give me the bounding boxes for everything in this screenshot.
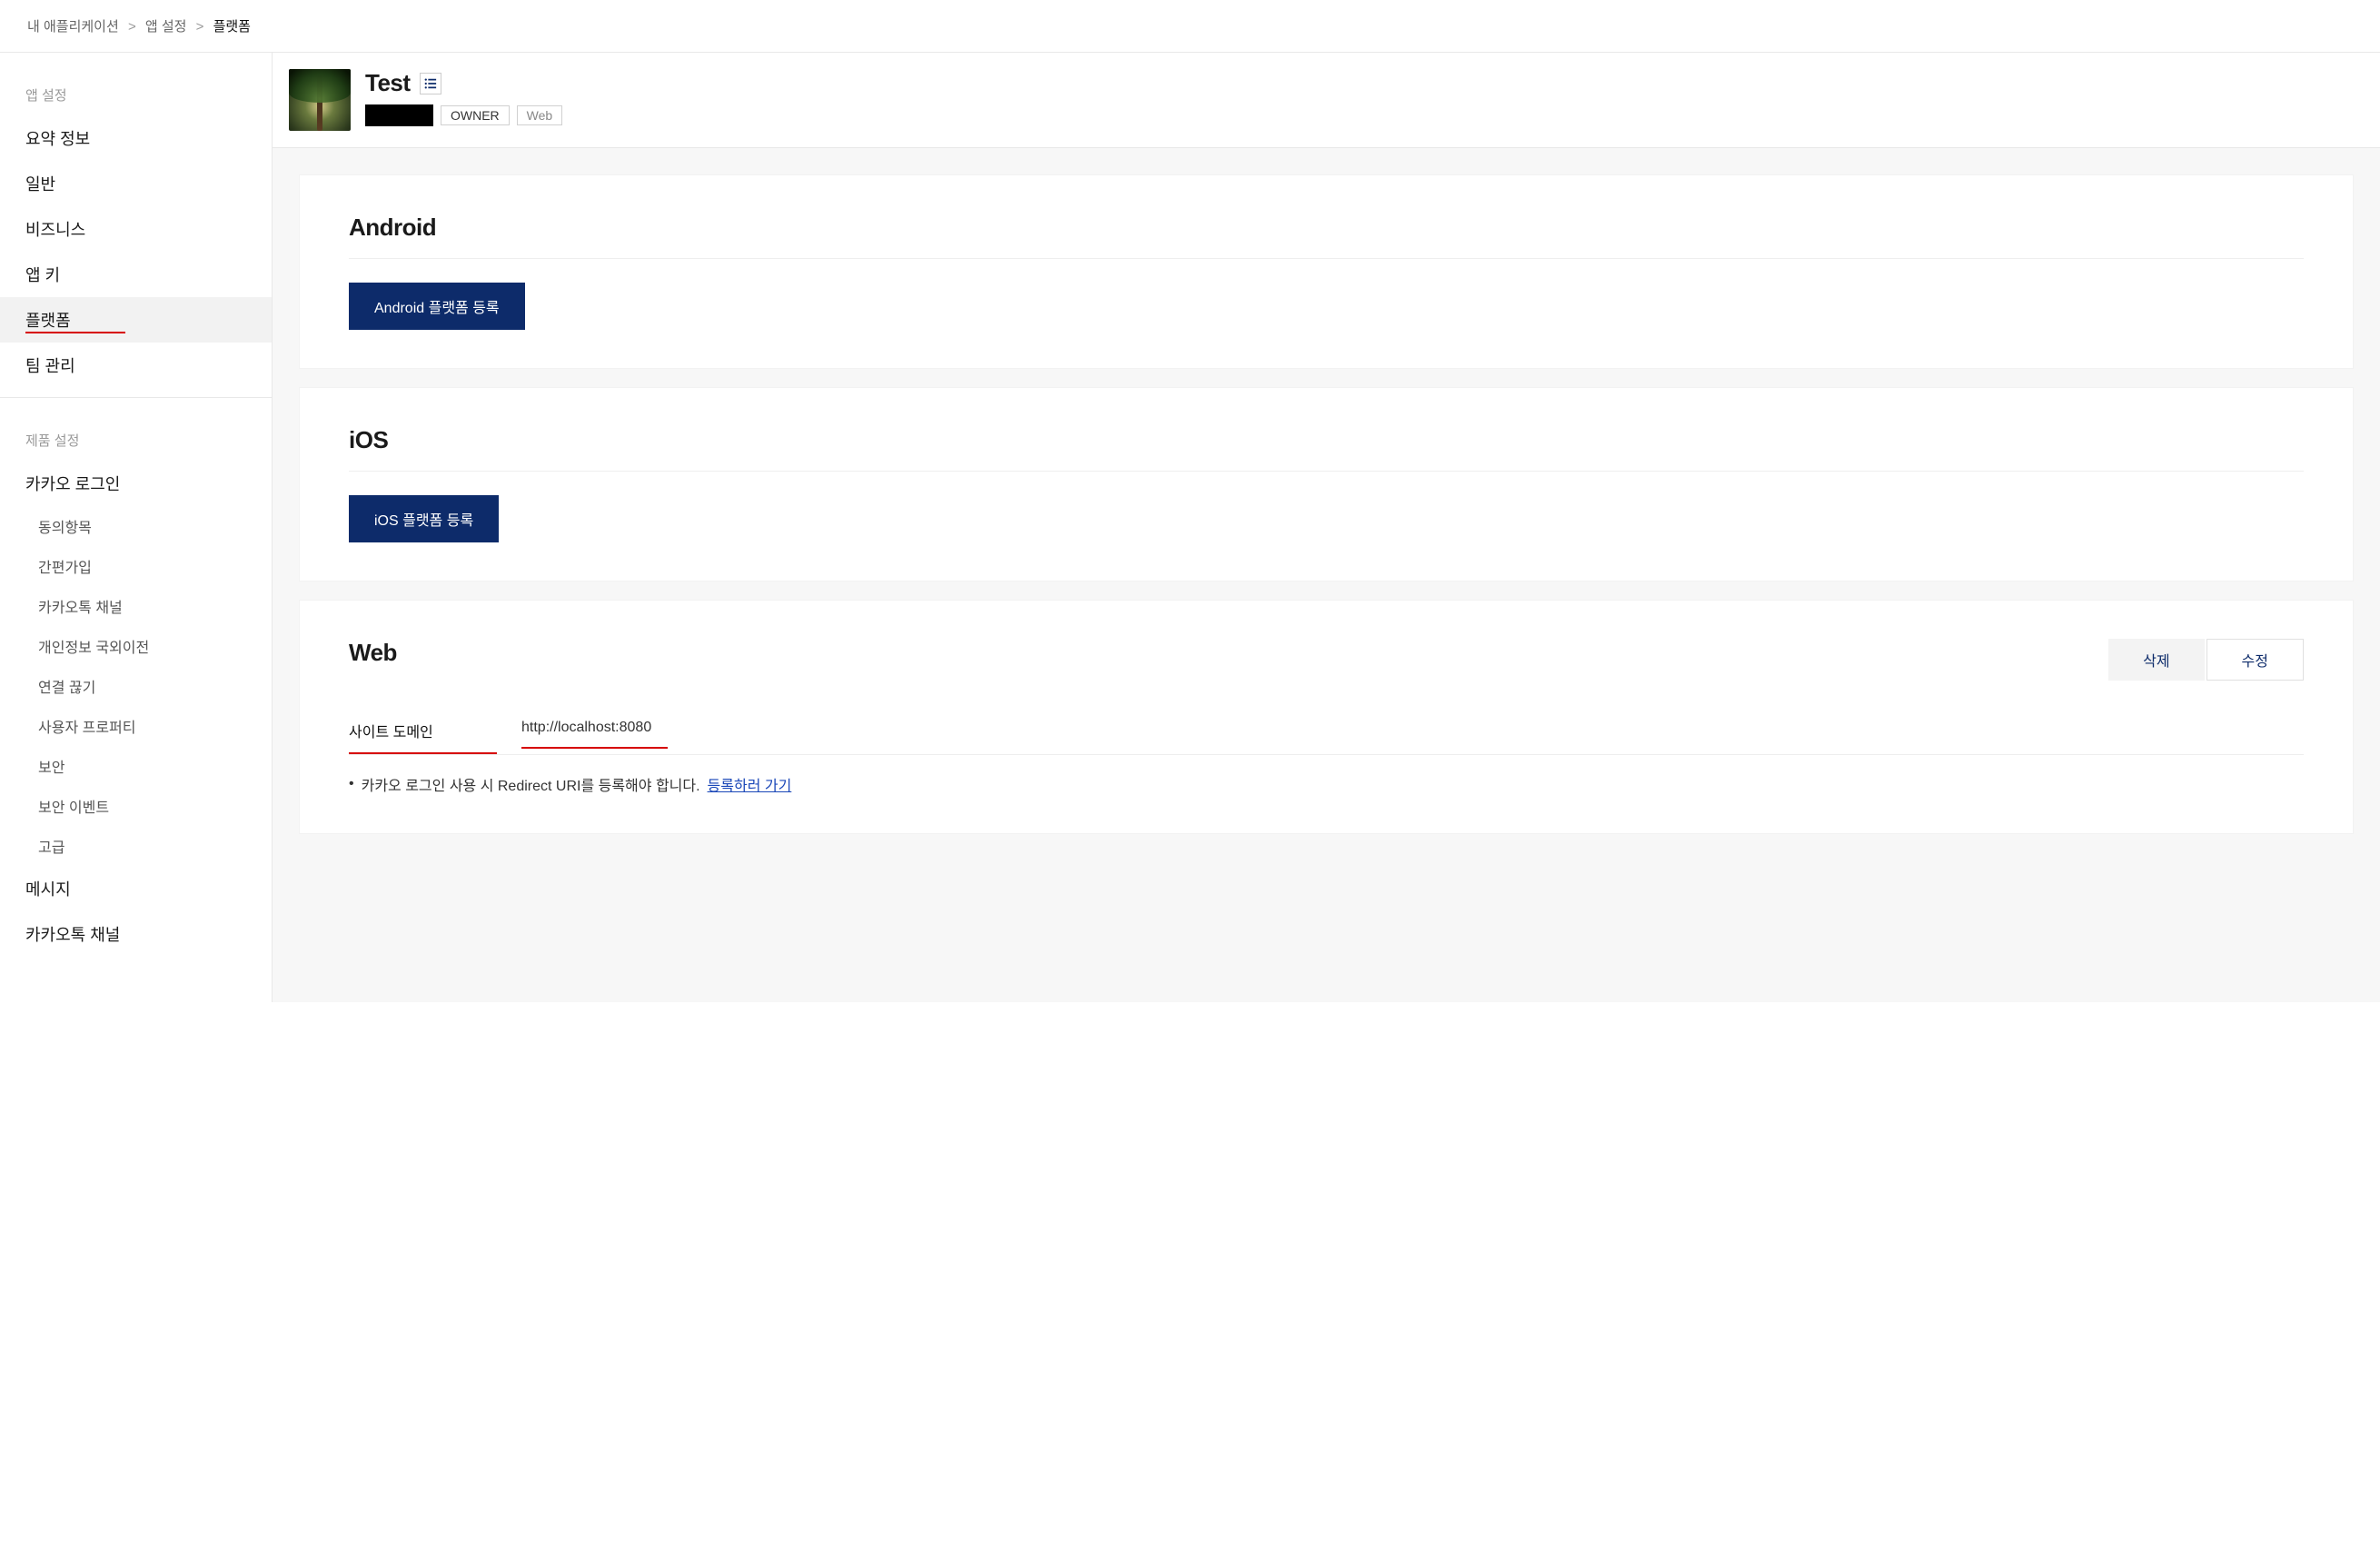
sidebar: 앱 설정 요약 정보 일반 비즈니스 앱 키 플랫폼 팀 관리 제품 설정 카카…: [0, 53, 273, 1002]
list-icon: [424, 77, 437, 90]
register-redirect-link[interactable]: 등록하러 가기: [708, 773, 792, 795]
sidebar-subitem-simplesignup[interactable]: 간편가입: [0, 546, 272, 586]
breadcrumb-item[interactable]: 앱 설정: [145, 19, 187, 35]
app-list-button[interactable]: [420, 73, 441, 94]
sidebar-item-ktchannel[interactable]: 카카오톡 채널: [0, 911, 272, 957]
ios-section: iOS iOS 플랫폼 등록: [300, 388, 2353, 581]
sidebar-item-team[interactable]: 팀 관리: [0, 343, 272, 388]
sidebar-item-platform[interactable]: 플랫폼: [0, 297, 272, 343]
main: Test OWNER Web A: [273, 53, 2380, 1002]
ios-register-button[interactable]: iOS 플랫폼 등록: [349, 495, 499, 542]
breadcrumb-current: 플랫폼: [213, 19, 251, 35]
sidebar-item-message[interactable]: 메시지: [0, 866, 272, 911]
app-thumbnail: [289, 69, 351, 131]
web-tag: Web: [517, 105, 563, 125]
sidebar-item-general[interactable]: 일반: [0, 161, 272, 206]
breadcrumb: 내 애플리케이션 > 앱 설정 > 플랫폼: [0, 0, 2380, 53]
section-title: Web: [349, 639, 397, 667]
sidebar-subitem-securityevent[interactable]: 보안 이벤트: [0, 786, 272, 826]
bullet-icon: •: [349, 776, 354, 792]
sidebar-subitem-security[interactable]: 보안: [0, 746, 272, 786]
app-header: Test OWNER Web: [273, 53, 2380, 148]
site-domain-label: 사이트 도메인: [349, 720, 497, 741]
web-section: Web 삭제 수정 사이트 도메인 http://localhost:8080 …: [300, 601, 2353, 833]
sidebar-subitem-unlink[interactable]: 연결 끊기: [0, 666, 272, 706]
sidebar-group-header: 앱 설정: [0, 53, 272, 115]
divider: [349, 258, 2304, 259]
note-text: 카카오 로그인 사용 시 Redirect URI를 등록해야 합니다.: [362, 773, 700, 795]
sidebar-subitem-ktchannel[interactable]: 카카오톡 채널: [0, 586, 272, 626]
breadcrumb-sep: >: [128, 19, 136, 35]
sidebar-item-summary[interactable]: 요약 정보: [0, 115, 272, 161]
sidebar-item-kakaologin[interactable]: 카카오 로그인: [0, 461, 272, 506]
android-section: Android Android 플랫폼 등록: [300, 175, 2353, 368]
section-title: iOS: [349, 426, 2304, 454]
sidebar-subitem-userproperty[interactable]: 사용자 프로퍼티: [0, 706, 272, 746]
sidebar-subitem-advanced[interactable]: 고급: [0, 826, 272, 866]
sidebar-item-label: 플랫폼: [25, 308, 71, 332]
sidebar-group-header: 제품 설정: [0, 398, 272, 461]
sidebar-item-appkey[interactable]: 앱 키: [0, 252, 272, 297]
web-edit-button[interactable]: 수정: [2206, 639, 2304, 681]
divider: [349, 471, 2304, 472]
web-delete-button[interactable]: 삭제: [2108, 639, 2204, 681]
sidebar-item-business[interactable]: 비즈니스: [0, 206, 272, 252]
site-domain-row: 사이트 도메인 http://localhost:8080: [349, 707, 2304, 755]
android-register-button[interactable]: Android 플랫폼 등록: [349, 283, 525, 330]
owner-tag: OWNER: [441, 105, 510, 125]
redirect-note: • 카카오 로그인 사용 시 Redirect URI를 등록해야 합니다. 등…: [349, 773, 2304, 795]
sidebar-subitem-consent[interactable]: 동의항목: [0, 506, 272, 546]
sidebar-subitem-privacyabroad[interactable]: 개인정보 국외이전: [0, 626, 272, 666]
breadcrumb-sep: >: [196, 19, 204, 35]
site-domain-value: http://localhost:8080: [521, 720, 668, 736]
section-title: Android: [349, 214, 2304, 242]
breadcrumb-item[interactable]: 내 애플리케이션: [27, 19, 119, 35]
app-title: Test: [365, 69, 411, 97]
app-id-chip: [365, 104, 433, 126]
